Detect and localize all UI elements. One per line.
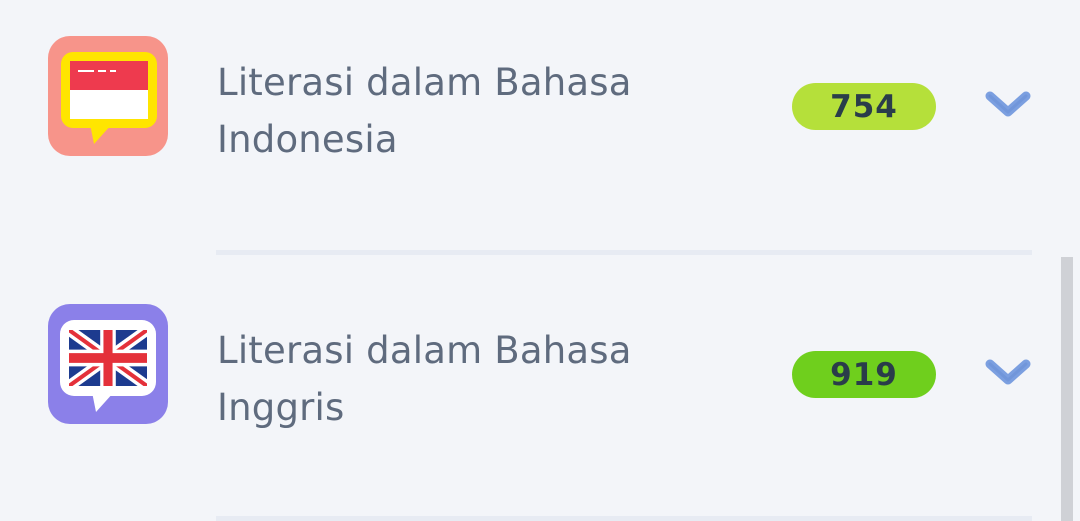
score-badge: 754	[792, 83, 936, 130]
item-title-line2: Indonesia	[217, 118, 398, 161]
item-title-line1: Literasi dalam Bahasa	[217, 329, 632, 372]
item-title: Literasi dalam Bahasa Inggris	[217, 322, 737, 436]
score-badge: 919	[792, 351, 936, 398]
chevron-down-icon[interactable]	[984, 88, 1032, 120]
indonesian-flag-speech-bubble-icon	[48, 36, 168, 156]
item-title: Literasi dalam Bahasa Indonesia	[217, 54, 737, 168]
chevron-down-icon[interactable]	[984, 356, 1032, 388]
list-item-indonesian[interactable]: Literasi dalam Bahasa Indonesia 754	[0, 0, 1060, 256]
list-item-english[interactable]: Literasi dalam Bahasa Inggris 919	[0, 256, 1060, 521]
item-title-line1: Literasi dalam Bahasa	[217, 61, 632, 104]
list-divider	[216, 516, 1032, 521]
item-title-line2: Inggris	[217, 386, 345, 429]
uk-flag-speech-bubble-icon	[48, 304, 168, 424]
list-divider	[216, 250, 1032, 255]
scrollbar[interactable]	[1061, 257, 1073, 521]
assessment-list: Literasi dalam Bahasa Indonesia 754 Lite…	[0, 0, 1080, 521]
